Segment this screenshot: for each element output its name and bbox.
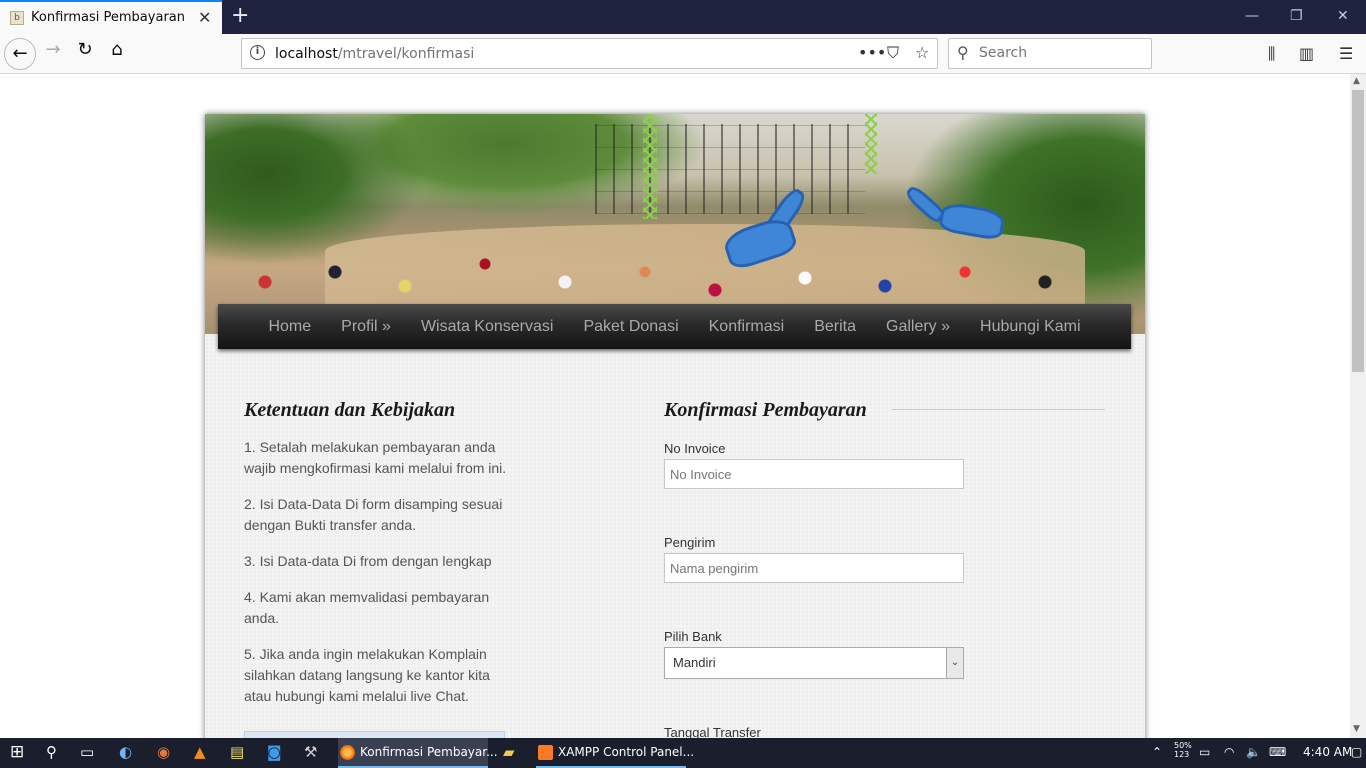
- bank-field-group: Pilih Bank Mandiri ⌄: [664, 629, 1105, 679]
- nav-profil[interactable]: Profil »: [326, 304, 406, 349]
- wifi-icon[interactable]: ◠: [1224, 745, 1234, 759]
- page-scrollbar[interactable]: ▲ ▼: [1350, 74, 1366, 738]
- volume-icon[interactable]: 🔈: [1246, 745, 1261, 759]
- tray-overflow-icon[interactable]: ⌃: [1152, 745, 1162, 759]
- taskbar-app-xampp[interactable]: XAMPP Control Panel...: [536, 738, 694, 768]
- live-chat-box[interactable]: [244, 731, 505, 738]
- sidebar-icon[interactable]: ▥: [1299, 44, 1314, 63]
- nav-paket-donasi[interactable]: Paket Donasi: [568, 304, 693, 349]
- nav-home[interactable]: Home: [253, 304, 326, 349]
- vlc-icon[interactable]: ▲: [194, 743, 206, 761]
- nav-gallery[interactable]: Gallery »: [871, 304, 965, 349]
- task-view-icon[interactable]: ▭: [80, 743, 94, 761]
- pocket-icon[interactable]: ⛉: [887, 43, 899, 63]
- url-text[interactable]: localhost/mtravel/konfirmasi: [275, 46, 474, 62]
- forward-icon[interactable]: →: [38, 39, 68, 69]
- policy-column: Ketentuan dan Kebijakan 1. Setalah melak…: [244, 399, 509, 707]
- tab-favicon: b: [10, 11, 24, 25]
- scroll-down-icon[interactable]: ▼: [1353, 724, 1360, 734]
- pinned-app-icon[interactable]: ◉: [157, 743, 170, 761]
- bank-label: Pilih Bank: [664, 629, 722, 644]
- scroll-up-icon[interactable]: ▲: [1353, 76, 1360, 86]
- minimize-icon[interactable]: —: [1245, 8, 1259, 24]
- notepad-icon[interactable]: ▤: [230, 743, 244, 761]
- battery-icon[interactable]: ▭: [1199, 745, 1210, 759]
- windows-taskbar: ⊞ ⚲ ▭ ◐ ◉ ▲ ▤ ◙ ⚒ Konfirmasi Pembayar...…: [0, 738, 1366, 768]
- policy-rule-3: 3. Isi Data-data Di from dengan lengkap: [244, 553, 492, 569]
- scroll-thumb[interactable]: [1352, 90, 1364, 372]
- file-explorer-icon[interactable]: ▰: [503, 743, 515, 761]
- sender-field-group: Pengirim: [664, 535, 1105, 583]
- site-info-icon[interactable]: i: [250, 45, 265, 60]
- policy-rule-5: 5. Jika anda ingin melakukan Komplain si…: [244, 646, 490, 704]
- url-bar[interactable]: i localhost/mtravel/konfirmasi ••• ⛉ ☆: [241, 38, 938, 69]
- sender-label: Pengirim: [664, 535, 716, 550]
- battery-percent: 50% 123: [1174, 741, 1192, 759]
- chevron-down-icon[interactable]: ⌄: [946, 648, 963, 678]
- header-banner-image: [205, 114, 1145, 334]
- search-bar[interactable]: ⚲: [948, 38, 1152, 69]
- page-viewport: Home Profil » Wisata Konservasi Paket Do…: [0, 74, 1350, 738]
- nav-hubungi-kami[interactable]: Hubungi Kami: [965, 304, 1096, 349]
- title-divider: [892, 409, 1105, 410]
- notification-icon[interactable]: ▢: [1351, 745, 1362, 759]
- reload-icon[interactable]: ↻: [70, 39, 100, 69]
- policy-title: Ketentuan dan Kebijakan: [244, 399, 456, 421]
- nav-berita[interactable]: Berita: [799, 304, 871, 349]
- page-actions-icon[interactable]: •••: [858, 43, 886, 62]
- browser-titlebar: b Konfirmasi Pembayaran ✕ + — ❐ ✕: [0, 0, 1366, 34]
- browser-tab[interactable]: b Konfirmasi Pembayaran ✕: [0, 0, 222, 34]
- sender-input[interactable]: [664, 553, 964, 583]
- policy-rule-1: 1. Setalah melakukan pembayaran anda waj…: [244, 439, 507, 476]
- search-input[interactable]: [979, 45, 1139, 61]
- pinned-app-icon[interactable]: ⚒: [304, 743, 317, 761]
- tab-close-icon[interactable]: ✕: [198, 8, 211, 27]
- taskbar-app-firefox[interactable]: Konfirmasi Pembayar...: [338, 738, 498, 768]
- firefox-icon: [340, 745, 355, 760]
- menu-icon[interactable]: ☰: [1339, 44, 1353, 63]
- back-icon[interactable]: ←: [4, 38, 36, 70]
- tab-title: Konfirmasi Pembayaran: [31, 10, 185, 25]
- xampp-icon: [538, 745, 553, 760]
- new-tab-icon[interactable]: +: [231, 3, 249, 28]
- invoice-input[interactable]: [664, 459, 964, 489]
- policy-rule-2: 2. Isi Data-Data Di form disamping sesua…: [244, 496, 503, 533]
- nav-wisata-konservasi[interactable]: Wisata Konservasi: [406, 304, 569, 349]
- library-icon[interactable]: ⫼: [1268, 44, 1275, 64]
- browser-navbar: ← → ↻ ⌂ i localhost/mtravel/konfirmasi •…: [0, 34, 1366, 74]
- keyboard-icon[interactable]: ⌨: [1269, 745, 1286, 759]
- nav-konfirmasi[interactable]: Konfirmasi: [694, 304, 800, 349]
- search-icon: ⚲: [957, 43, 969, 62]
- main-navigation: Home Profil » Wisata Konservasi Paket Do…: [218, 304, 1131, 349]
- date-label: Tanggal Transfer: [664, 725, 761, 738]
- bank-selected-value: Mandiri: [673, 655, 716, 670]
- window-close-icon[interactable]: ✕: [1337, 8, 1349, 24]
- form-title: Konfirmasi Pembayaran: [664, 399, 867, 421]
- bookmark-star-icon[interactable]: ☆: [915, 43, 929, 62]
- taskbar-search-icon[interactable]: ⚲: [46, 743, 57, 761]
- bank-select[interactable]: Mandiri ⌄: [664, 647, 964, 679]
- restore-icon[interactable]: ❐: [1290, 8, 1303, 24]
- windows-start-icon[interactable]: ⊞: [10, 742, 24, 762]
- clock[interactable]: 4:40 AM: [1303, 745, 1352, 759]
- pinned-app-icon[interactable]: ◙: [267, 743, 282, 761]
- date-field-group: Tanggal Transfer: [664, 725, 1105, 738]
- invoice-field-group: No Invoice: [664, 441, 1105, 489]
- invoice-label: No Invoice: [664, 441, 726, 456]
- policy-rule-4: 4. Kami akan memvalidasi pembayaran anda…: [244, 589, 490, 626]
- payment-form: Konfirmasi Pembayaran No Invoice Pengiri…: [664, 399, 1105, 738]
- page-container: Home Profil » Wisata Konservasi Paket Do…: [205, 114, 1145, 738]
- home-icon[interactable]: ⌂: [102, 39, 132, 69]
- pinned-app-icon[interactable]: ◐: [119, 743, 132, 761]
